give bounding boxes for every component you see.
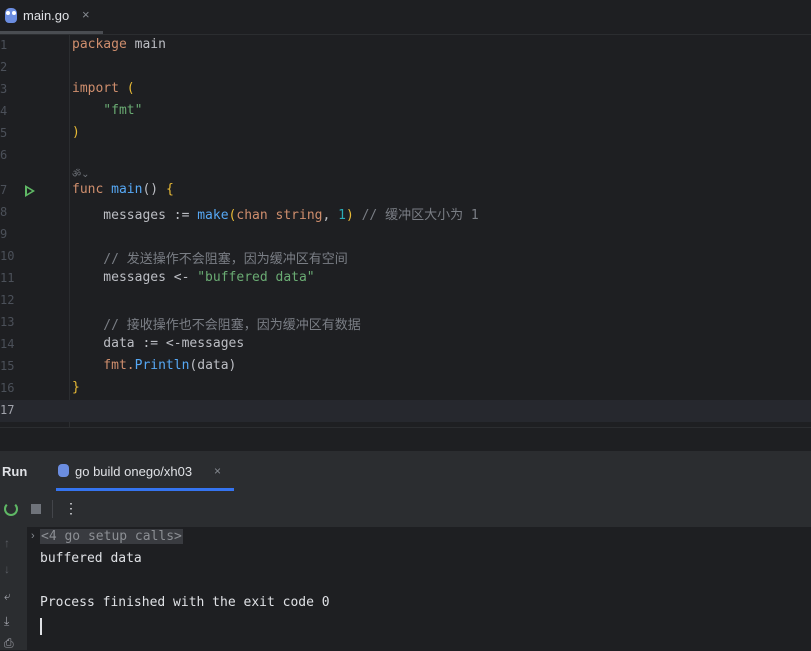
soft-wrap-icon[interactable]: ⤶ — [4, 589, 11, 604]
console-toolbar: ↑ ↓ ⤶ ⤓ ⎙ — [0, 527, 27, 650]
comment: // 缓冲区大小为 1 — [361, 208, 479, 223]
folded-setup-calls[interactable]: <4 go setup calls> — [40, 529, 183, 544]
keyword: chan string — [236, 208, 323, 223]
run-panel-title: Run — [2, 464, 28, 479]
code-line: 15 fmt.Println(data) — [0, 356, 811, 378]
line-number: 15 — [0, 359, 15, 373]
code-text: messages := — [72, 208, 198, 223]
function-name: make — [197, 208, 229, 223]
line-number: 14 — [0, 337, 15, 351]
console-output-line: buffered data — [40, 551, 142, 566]
line-number: 3 — [0, 82, 8, 96]
bracket: ) — [345, 208, 362, 223]
more-options-icon[interactable]: ⋮ — [64, 499, 78, 517]
code-line: 16 } — [0, 378, 811, 400]
tab-active-indicator — [0, 31, 103, 34]
code-text: () — [142, 182, 166, 197]
line-number: 6 — [0, 148, 8, 162]
editor-tab-bar: main.go × — [0, 0, 811, 35]
console-exit-line: Process finished with the exit code 0 — [40, 595, 330, 610]
current-code-line: 17 — [0, 400, 811, 422]
close-icon[interactable]: × — [214, 464, 221, 478]
line-number: 5 — [0, 126, 8, 140]
run-console[interactable]: ↑ ↓ ⤶ ⤓ ⎙ › <4 go setup calls> buffered … — [0, 527, 811, 650]
code-editor[interactable]: 1 package main 2 3 import ( 4 "fmt" 5 ) … — [0, 35, 811, 427]
code-line: 11 messages <- "buffered data" — [0, 268, 811, 290]
tab-main-go[interactable]: main.go × — [0, 0, 103, 34]
string-literal: "fmt" — [72, 103, 143, 118]
panel-splitter[interactable] — [0, 427, 811, 452]
code-line: 6 — [0, 145, 811, 167]
keyword: package — [72, 37, 127, 52]
line-number: 1 — [0, 38, 8, 52]
bracket: { — [165, 182, 174, 197]
line-number: 8 — [0, 205, 8, 219]
code-text: , — [322, 208, 339, 223]
run-toolbar: ⋮ — [0, 491, 811, 528]
line-number: 7 — [0, 183, 8, 197]
code-line: 13 // 接收操作也不会阻塞，因为缓冲区有数据 — [0, 312, 811, 334]
function-name: Println — [134, 358, 190, 373]
run-panel-header: Run go build onego/xh03 × — [0, 451, 811, 491]
code-text: messages <- — [72, 270, 198, 285]
code-text: (data) — [189, 358, 237, 373]
comment: // 发送操作不会阻塞，因为缓冲区有空间 — [72, 252, 348, 267]
code-line: 12 — [0, 290, 811, 312]
line-number: 4 — [0, 104, 8, 118]
code-line: 5 ) — [0, 123, 811, 145]
code-vision-hint[interactable]: ॐ⌄ — [72, 166, 90, 180]
tab-label: main.go — [23, 8, 70, 23]
keyword: func — [72, 182, 104, 197]
line-number: 12 — [0, 293, 15, 307]
rerun-icon[interactable] — [4, 502, 18, 516]
go-build-icon — [58, 464, 69, 477]
line-number: 9 — [0, 227, 8, 241]
line-number: 11 — [0, 271, 15, 285]
code-line: 1 package main — [0, 35, 811, 57]
scroll-to-end-icon[interactable]: ⤓ — [4, 614, 9, 629]
inlay-hint-row: ॐ⌄ — [0, 166, 811, 180]
print-icon[interactable]: ⎙ — [4, 636, 14, 651]
code-line: 7 func main() { — [0, 180, 811, 202]
run-tab-label: go build onego/xh03 — [75, 464, 193, 479]
code-line: 14 data := <-messages — [0, 334, 811, 356]
code-text: data := <-messages — [72, 336, 245, 351]
bracket: ( — [118, 81, 135, 96]
function-name: main — [103, 182, 143, 197]
code-line: 10 // 发送操作不会阻塞，因为缓冲区有空间 — [0, 246, 811, 268]
keyword: import — [72, 81, 119, 96]
comment: // 接收操作也不会阻塞，因为缓冲区有数据 — [72, 318, 361, 333]
go-file-icon — [5, 8, 17, 23]
string-literal: "buffered data" — [197, 270, 315, 285]
text-caret — [40, 618, 42, 635]
line-number: 16 — [0, 381, 15, 395]
code-line: 9 — [0, 224, 811, 246]
code-line: 4 "fmt" — [0, 101, 811, 123]
stop-icon[interactable] — [31, 504, 41, 514]
code-line: 2 — [0, 57, 811, 79]
number-literal: 1 — [338, 208, 346, 223]
code-line: 3 import ( — [0, 79, 811, 101]
toolbar-divider — [52, 500, 53, 518]
line-number: 2 — [0, 60, 8, 74]
run-gutter-icon[interactable] — [25, 185, 35, 197]
arrow-up-icon[interactable]: ↑ — [4, 536, 10, 550]
arrow-down-icon[interactable]: ↓ — [4, 562, 10, 576]
code-line: 8 messages := make(chan string, 1) // 缓冲… — [0, 202, 811, 224]
chevron-right-icon[interactable]: › — [31, 530, 35, 542]
tab-run-config[interactable]: go build onego/xh03 × — [56, 451, 234, 491]
line-number: 17 — [0, 403, 15, 417]
bracket: ) — [72, 125, 80, 140]
code-text: main — [126, 37, 166, 52]
package-name: fmt. — [72, 358, 135, 373]
bracket: } — [72, 380, 80, 395]
close-icon[interactable]: × — [82, 7, 90, 22]
line-number: 10 — [0, 249, 15, 263]
line-number: 13 — [0, 315, 15, 329]
